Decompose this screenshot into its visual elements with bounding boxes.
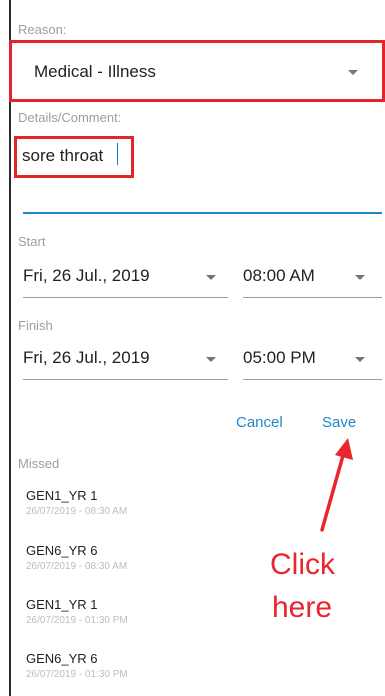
details-underline-active [23, 212, 382, 214]
missed-timestamp: 26/07/2019 - 01:30 PM [26, 615, 128, 626]
finish-date-underline [23, 379, 228, 380]
finish-date-select[interactable]: Fri, 26 Jul., 2019 [18, 340, 228, 380]
missed-course: GEN1_YR 1 [26, 488, 98, 503]
list-item[interactable]: GEN1_YR 1 26/07/2019 - 01:30 PM [18, 597, 218, 637]
chevron-down-icon [206, 357, 216, 362]
missed-course: GEN6_YR 6 [26, 651, 98, 666]
start-date-select[interactable]: Fri, 26 Jul., 2019 [18, 258, 228, 298]
chevron-down-icon [355, 357, 365, 362]
reason-highlight-box [9, 40, 385, 102]
list-item[interactable]: GEN6_YR 6 26/07/2019 - 08:30 AM [18, 543, 218, 583]
finish-time-value: 05:00 PM [243, 348, 316, 367]
finish-time-select[interactable]: 05:00 PM [238, 340, 382, 380]
start-time-underline [243, 297, 382, 298]
missed-course: GEN6_YR 6 [26, 543, 98, 558]
finish-label: Finish [18, 318, 53, 333]
details-highlight-box [14, 136, 134, 178]
start-date-underline [23, 297, 228, 298]
missed-course: GEN1_YR 1 [26, 597, 98, 612]
save-button[interactable]: Save [322, 414, 356, 431]
chevron-down-icon [206, 275, 216, 280]
finish-date-value: Fri, 26 Jul., 2019 [23, 348, 150, 367]
list-item[interactable]: GEN1_YR 1 26/07/2019 - 08:30 AM [18, 488, 218, 528]
start-label: Start [18, 234, 46, 249]
start-date-value: Fri, 26 Jul., 2019 [23, 266, 150, 285]
annotation-callout-line2: here [272, 591, 333, 624]
list-item[interactable]: GEN6_YR 6 26/07/2019 - 01:30 PM [18, 651, 218, 691]
details-label: Details/Comment: [18, 110, 122, 125]
missed-timestamp: 26/07/2019 - 08:30 AM [26, 561, 128, 572]
annotation-callout-line1: Click [270, 548, 335, 581]
reason-label: Reason: [18, 22, 67, 37]
finish-time-underline [243, 379, 382, 380]
missed-timestamp: 26/07/2019 - 08:30 AM [26, 506, 128, 517]
start-time-select[interactable]: 08:00 AM [238, 258, 382, 298]
cancel-button[interactable]: Cancel [236, 414, 283, 431]
annotation-arrow-icon [320, 438, 353, 532]
missed-timestamp: 26/07/2019 - 01:30 PM [26, 669, 128, 680]
missed-label: Missed [18, 456, 60, 471]
left-edge-rule [9, 0, 11, 696]
chevron-down-icon [355, 275, 365, 280]
start-time-value: 08:00 AM [243, 266, 315, 285]
